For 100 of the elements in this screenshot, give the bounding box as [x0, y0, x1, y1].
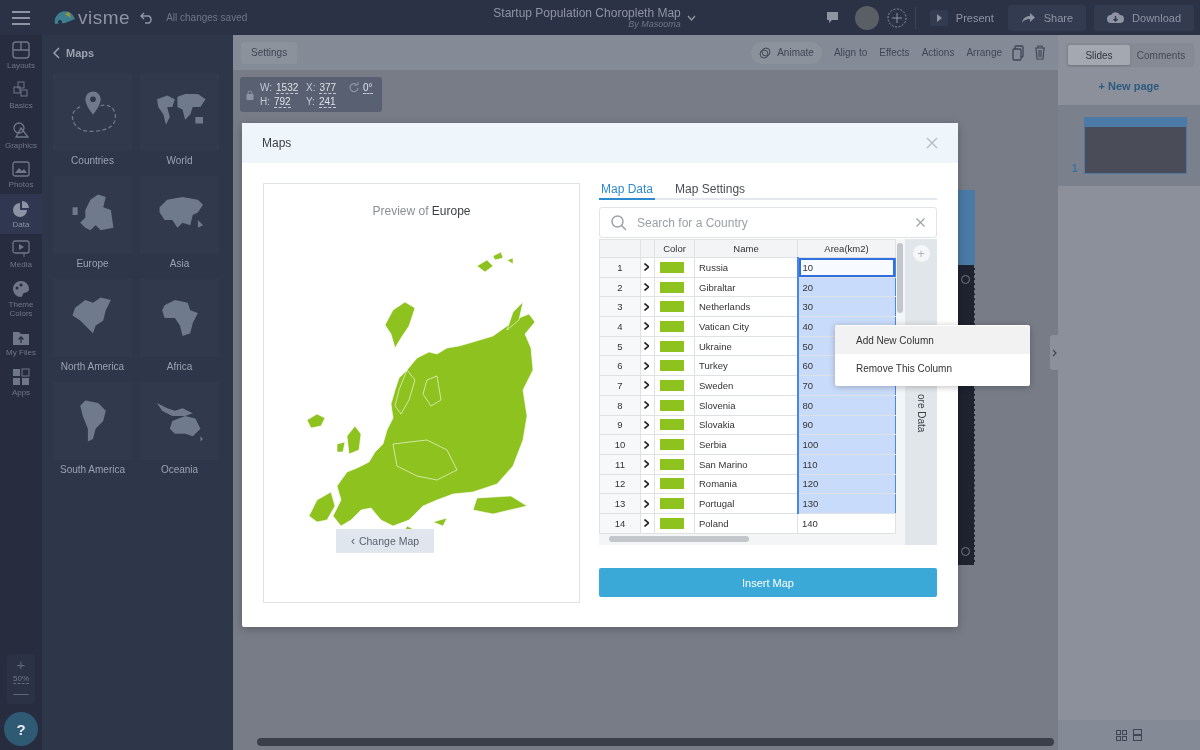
table-cell[interactable]: 120: [797, 474, 896, 494]
close-icon: [926, 137, 938, 149]
color-swatch[interactable]: [660, 517, 684, 529]
resize-handle[interactable]: [961, 275, 970, 284]
rail-item[interactable]: My Files: [0, 322, 42, 363]
row-number: 14: [599, 513, 641, 534]
color-swatch[interactable]: [660, 478, 684, 490]
dimension-input[interactable]: 241: [318, 95, 336, 108]
more-data-tab[interactable]: ore Data: [915, 394, 927, 433]
table-cell[interactable]: 20: [797, 277, 896, 297]
rail-item[interactable]: Photos: [0, 154, 42, 195]
help-button[interactable]: ?: [4, 712, 38, 746]
row-number: 8: [599, 395, 641, 415]
toolbar-button[interactable]: Align to: [833, 41, 868, 64]
table-cell[interactable]: 110: [797, 454, 896, 475]
toolbar-button[interactable]: Animate: [751, 41, 822, 64]
toolbar-button[interactable]: Arrange: [966, 41, 1002, 64]
rail-item[interactable]: Basics: [0, 74, 42, 115]
rail-item[interactable]: Layouts: [0, 35, 42, 75]
horizontal-scrollbar[interactable]: [257, 738, 1054, 746]
rail-item[interactable]: Data: [0, 194, 42, 234]
dimension-label: X:: [306, 82, 316, 93]
horizontal-scrollbar[interactable]: [609, 536, 749, 542]
column-header[interactable]: Name: [694, 239, 798, 258]
color-swatch[interactable]: [660, 320, 684, 332]
change-map-button[interactable]: ‹ Change Map: [336, 529, 434, 553]
color-swatch[interactable]: [660, 360, 684, 372]
color-swatch[interactable]: [660, 439, 684, 451]
add-user-icon: [886, 7, 907, 28]
color-swatch[interactable]: [660, 458, 684, 470]
column-header[interactable]: Color: [654, 239, 695, 258]
toolbar-button[interactable]: Effects: [879, 41, 910, 64]
column-header[interactable]: Area(km2): [797, 239, 896, 258]
resize-handle[interactable]: [961, 547, 970, 556]
color-swatch[interactable]: [660, 261, 684, 273]
share-button[interactable]: Share: [1007, 4, 1087, 31]
row-number: 4: [599, 316, 641, 337]
table-cell[interactable]: 30: [797, 296, 896, 317]
palette-icon: [12, 279, 30, 298]
dimension-label: W:: [260, 82, 273, 93]
panel-tab[interactable]: Comments: [1130, 45, 1192, 65]
vertical-scrollbar[interactable]: [897, 243, 903, 313]
chevron-right-icon: [1051, 348, 1057, 357]
trash-icon: [1034, 45, 1046, 60]
rail-item[interactable]: Theme Colors: [0, 273, 42, 323]
collapse-handle[interactable]: [1050, 335, 1058, 370]
dimension-input[interactable]: 377: [319, 81, 337, 94]
back-icon: [53, 46, 60, 59]
zoom-level[interactable]: 50%: [13, 674, 29, 684]
column-header[interactable]: [599, 239, 641, 258]
row-number: 6: [599, 355, 641, 376]
row-number: 2: [599, 277, 641, 297]
tab[interactable]: Map Settings: [673, 180, 748, 200]
color-swatch[interactable]: [660, 399, 684, 411]
toolbar-button[interactable]: Actions: [921, 41, 955, 64]
search-field[interactable]: Search for a Country: [599, 207, 937, 238]
row-number: 13: [599, 493, 641, 514]
table-cell[interactable]: 90: [797, 415, 896, 435]
color-swatch[interactable]: [660, 301, 684, 313]
logo-text: visme: [78, 6, 131, 29]
row-number: 1: [599, 257, 641, 278]
dimension-label: Y:: [306, 96, 315, 107]
download-button[interactable]: Download: [1094, 4, 1194, 31]
settings-button[interactable]: Settings: [241, 41, 298, 64]
color-swatch[interactable]: [660, 281, 684, 293]
table-cell[interactable]: 100: [797, 434, 896, 455]
dimension-input[interactable]: 792: [274, 95, 291, 108]
color-swatch[interactable]: [660, 379, 684, 391]
document-title[interactable]: Startup Population Choropleth Map: [493, 6, 681, 20]
color-swatch[interactable]: [660, 419, 684, 431]
table-cell[interactable]: 10: [797, 257, 896, 278]
undo-icon: [140, 11, 155, 24]
color-swatch[interactable]: [660, 340, 684, 352]
layout-icon: [12, 41, 30, 59]
close-button[interactable]: [926, 137, 938, 149]
rail-item[interactable]: Graphics: [0, 114, 42, 155]
menu-item[interactable]: Add New Column: [835, 326, 1030, 354]
avatar[interactable]: [854, 5, 879, 30]
comment-icon: [825, 11, 839, 24]
table-cell[interactable]: 130: [797, 493, 896, 514]
rail-item[interactable]: Apps: [0, 362, 42, 402]
list-view-icon: [1133, 729, 1142, 741]
color-swatch[interactable]: [660, 498, 684, 510]
author-name: By Masooma: [628, 19, 681, 29]
rail-item[interactable]: Media: [0, 234, 42, 274]
play-icon: [929, 9, 948, 26]
menu-item[interactable]: Remove This Column: [835, 354, 1030, 382]
dimension-input[interactable]: 1532: [276, 81, 299, 94]
panel-tab[interactable]: Slides: [1068, 45, 1130, 65]
row-number: 9: [599, 415, 641, 435]
panel-title[interactable]: Maps: [66, 46, 95, 59]
dialog-title: Maps: [262, 136, 292, 150]
image-icon: [12, 160, 30, 179]
table-cell[interactable]: 80: [797, 395, 896, 415]
dimension-label: H:: [260, 96, 270, 107]
present-button[interactable]: Present: [923, 4, 1000, 31]
rotation-input[interactable]: 0°: [363, 81, 373, 94]
tab[interactable]: Map Data: [599, 180, 656, 200]
insert-map-button[interactable]: Insert Map: [599, 568, 937, 597]
grid-icon: [12, 368, 30, 387]
